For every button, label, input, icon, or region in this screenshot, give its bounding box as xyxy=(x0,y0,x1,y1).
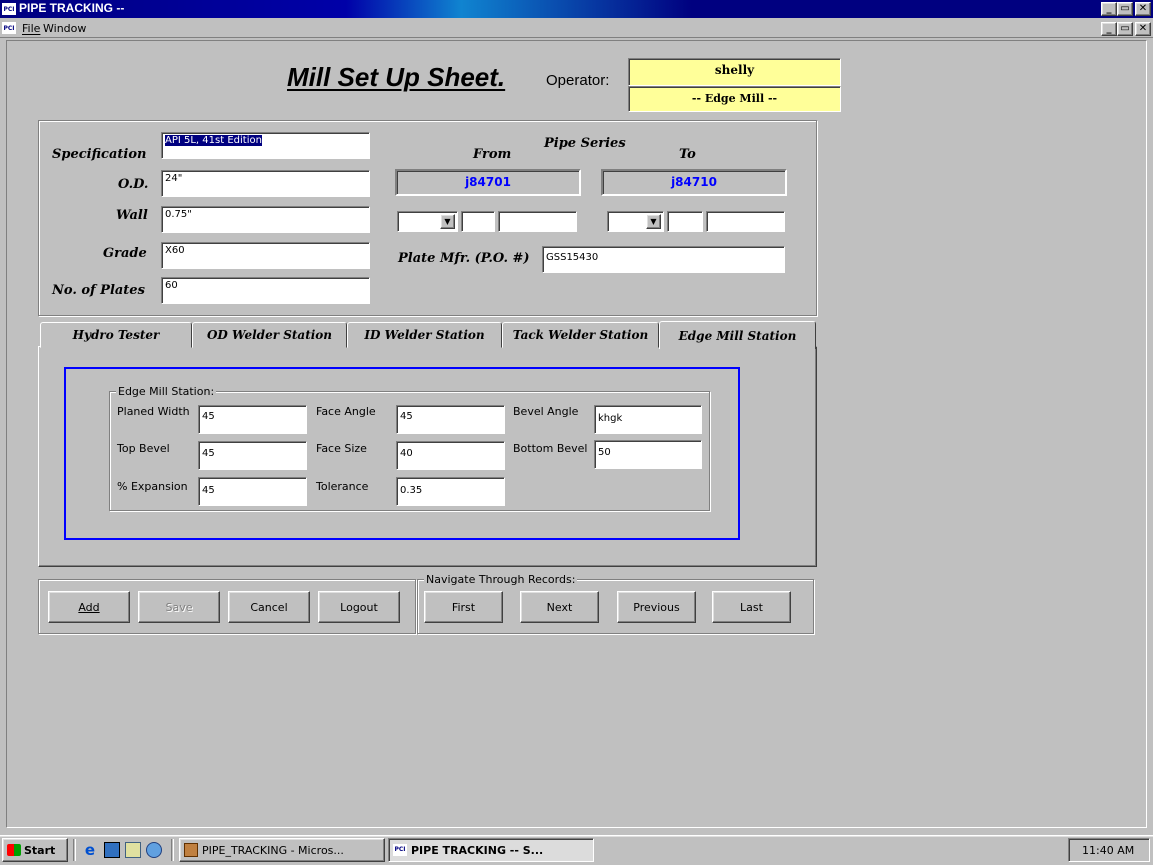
taskbar-item-access[interactable]: PIPE_TRACKING - Micros... xyxy=(179,838,385,862)
window-title: PIPE TRACKING -- xyxy=(19,1,125,15)
grade-label: Grade xyxy=(103,246,147,261)
last-button-label: Last xyxy=(740,600,763,614)
top-bevel-label: Top Bevel xyxy=(117,442,170,455)
chevron-down-icon[interactable]: ▼ xyxy=(440,214,455,229)
chevron-down-icon[interactable]: ▼ xyxy=(646,214,661,229)
outlook-icon[interactable] xyxy=(125,842,141,858)
last-button[interactable]: Last xyxy=(712,591,791,623)
plate-mfr-field[interactable]: GSS15430 xyxy=(542,246,785,273)
tab-edge-mill-station[interactable]: Edge Mill Station xyxy=(659,321,816,349)
cancel-button[interactable]: Cancel xyxy=(228,591,310,623)
first-button[interactable]: First xyxy=(424,591,503,623)
menu-file[interactable]: File xyxy=(22,22,40,35)
save-button[interactable]: Save xyxy=(138,591,220,623)
add-button[interactable]: Add xyxy=(48,591,130,623)
od-label: O.D. xyxy=(118,177,149,192)
to-label: To xyxy=(679,147,696,162)
tolerance-field[interactable]: 0.35 xyxy=(396,477,505,506)
from-part-field[interactable] xyxy=(461,211,495,232)
title-bar xyxy=(0,0,1153,18)
access-icon xyxy=(184,843,198,857)
bottom-bevel-label: Bottom Bevel xyxy=(513,442,588,455)
page-title: Mill Set Up Sheet. xyxy=(287,62,506,92)
expansion-field[interactable]: 45 xyxy=(198,477,307,506)
mdi-close-button[interactable]: ✕ xyxy=(1135,22,1151,36)
plates-field[interactable]: 60 xyxy=(161,277,370,304)
next-button[interactable]: Next xyxy=(520,591,599,623)
maximize-button[interactable]: ▭ xyxy=(1117,2,1133,16)
face-size-field[interactable]: 40 xyxy=(396,441,505,470)
pci-icon: PCI xyxy=(393,844,407,856)
taskbar-item-access-label: PIPE_TRACKING - Micros... xyxy=(202,843,344,857)
clock[interactable]: 11:40 AM xyxy=(1082,844,1134,857)
from-series-value: j84701 xyxy=(395,169,581,196)
close-button[interactable]: ✕ xyxy=(1135,2,1151,16)
taskbar-item-pipe-tracking[interactable]: PCI PIPE TRACKING -- S... xyxy=(388,838,594,862)
from-label: From xyxy=(473,147,512,162)
planed-width-field[interactable]: 45 xyxy=(198,405,307,434)
next-button-label: Next xyxy=(546,600,573,614)
previous-button[interactable]: Previous xyxy=(617,591,696,623)
edge-mill-group-label: Edge Mill Station: xyxy=(116,385,217,398)
bevel-angle-label: Bevel Angle xyxy=(513,405,579,418)
app-icon: PCI xyxy=(2,3,16,15)
to-number-field[interactable] xyxy=(706,211,785,232)
grade-field[interactable]: X60 xyxy=(161,242,370,269)
mdi-maximize-button[interactable]: ▭ xyxy=(1117,22,1133,36)
taskbar-item-pipe-tracking-label: PIPE TRACKING -- S... xyxy=(411,843,544,857)
internet-explorer-icon[interactable]: e xyxy=(82,842,98,858)
tolerance-label: Tolerance xyxy=(316,480,369,493)
expansion-label: % Expansion xyxy=(117,480,188,493)
od-field[interactable]: 24" xyxy=(161,170,370,197)
pipe-series-label: Pipe Series xyxy=(544,136,626,151)
plates-label: No. of Plates xyxy=(52,283,145,298)
operator-label: Operator: xyxy=(546,72,610,89)
to-prefix-combo[interactable]: ▼ xyxy=(607,211,664,232)
wall-label: Wall xyxy=(116,208,148,223)
from-number-field[interactable] xyxy=(498,211,577,232)
start-label: Start xyxy=(24,843,56,857)
specification-label: Specification xyxy=(52,147,147,162)
tab-tack-welder-station[interactable]: Tack Welder Station xyxy=(502,322,659,348)
taskbar-divider xyxy=(171,839,174,861)
station-value: -- Edge Mill -- xyxy=(628,86,841,112)
face-size-label: Face Size xyxy=(316,442,367,455)
quicklaunch-divider xyxy=(73,839,76,861)
face-angle-field[interactable]: 45 xyxy=(396,405,505,434)
from-prefix-combo[interactable]: ▼ xyxy=(397,211,458,232)
to-part-field[interactable] xyxy=(667,211,703,232)
navigate-group-label: Navigate Through Records: xyxy=(424,573,578,586)
mdi-icon: PCI xyxy=(2,22,16,34)
wall-field[interactable]: 0.75" xyxy=(161,206,370,233)
planed-width-label: Planed Width xyxy=(117,405,190,418)
cancel-button-label: Cancel xyxy=(250,600,288,614)
start-button[interactable]: Start xyxy=(2,838,68,862)
plate-mfr-label: Plate Mfr. (P.O. #) xyxy=(398,251,530,266)
minimize-button[interactable]: _ xyxy=(1101,2,1117,16)
add-button-label: Add xyxy=(78,600,100,614)
top-bevel-field[interactable]: 45 xyxy=(198,441,307,470)
save-button-label: Save xyxy=(165,600,193,614)
to-series-value: j84710 xyxy=(601,169,787,196)
operator-value: shelly xyxy=(628,58,841,86)
channels-icon[interactable] xyxy=(146,842,162,858)
first-button-label: First xyxy=(451,600,476,614)
specification-value: API 5L, 41st Edition xyxy=(165,135,262,146)
logout-button[interactable]: Logout xyxy=(318,591,400,623)
menu-window[interactable]: Window xyxy=(43,22,86,35)
specification-field[interactable]: API 5L, 41st Edition xyxy=(161,132,370,159)
bevel-angle-field[interactable]: khgk xyxy=(594,405,702,434)
previous-button-label: Previous xyxy=(633,600,680,614)
windows-logo-icon xyxy=(7,844,21,856)
logout-button-label: Logout xyxy=(340,600,378,614)
mdi-minimize-button[interactable]: _ xyxy=(1101,22,1117,36)
face-angle-label: Face Angle xyxy=(316,405,376,418)
tab-hydro-tester[interactable]: Hydro Tester xyxy=(40,322,192,348)
menu-bar xyxy=(0,18,1153,38)
tab-od-welder-station[interactable]: OD Welder Station xyxy=(192,322,347,348)
tab-id-welder-station[interactable]: ID Welder Station xyxy=(347,322,502,348)
desktop-icon[interactable] xyxy=(104,842,120,858)
bottom-bevel-field[interactable]: 50 xyxy=(594,440,702,469)
